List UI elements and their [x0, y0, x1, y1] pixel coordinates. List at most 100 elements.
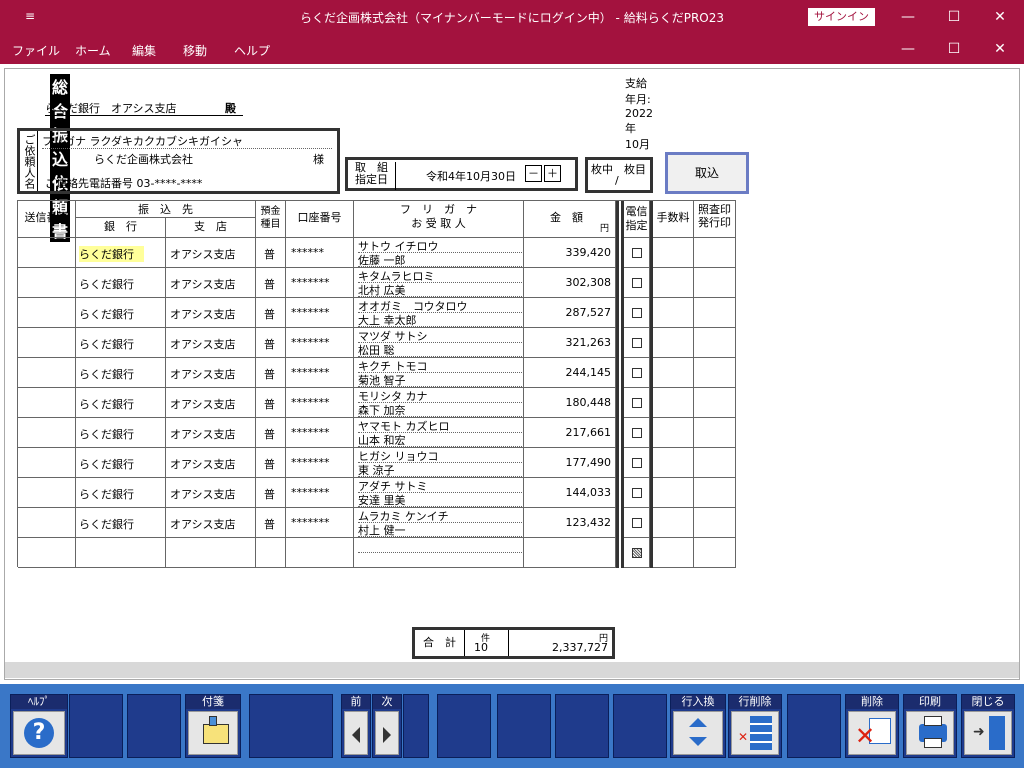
row-swap-fkey[interactable]: 行入換 [670, 694, 726, 758]
fee-cell[interactable] [653, 238, 694, 268]
recipient-kana: ヒガシ リョウコ [358, 448, 522, 463]
fusen-fkey[interactable]: 付箋 [185, 694, 241, 758]
shokai-cell[interactable] [694, 508, 736, 538]
recipient-kana: キクチ トモコ [358, 358, 522, 373]
prev-fkey[interactable]: 前 [341, 694, 371, 758]
denshin-checkbox[interactable] [632, 458, 642, 468]
send-no-cell[interactable] [18, 448, 76, 478]
denshin-checkbox[interactable] [632, 368, 642, 378]
close-fkey[interactable]: 閉じる ➜ [961, 694, 1015, 758]
fee-cell[interactable] [653, 388, 694, 418]
menu-help[interactable]: ヘルプ [234, 42, 270, 59]
menu-move[interactable]: 移動 [183, 42, 207, 59]
shokai-cell[interactable] [694, 388, 736, 418]
bank-cell: らくだ銀行 [76, 268, 166, 298]
denshin-checkbox[interactable] [632, 398, 642, 408]
fee-cell[interactable] [653, 538, 694, 568]
send-no-cell[interactable] [18, 328, 76, 358]
recipient-kana: アダチ サトミ [358, 478, 522, 493]
fee-cell[interactable] [653, 418, 694, 448]
recipient-cell: キタムラヒロミ 北村 広美 [354, 268, 524, 298]
denshin-checkbox[interactable] [632, 278, 642, 288]
doc-minimize-button[interactable]: — [885, 36, 931, 62]
header-denshin: 電信指定 [624, 201, 650, 238]
shokai-cell[interactable] [694, 478, 736, 508]
denshin-checkbox[interactable] [632, 308, 642, 318]
denshin-checkbox[interactable] [632, 518, 642, 528]
shokai-cell[interactable] [694, 538, 736, 568]
shokai-cell[interactable] [694, 268, 736, 298]
doc-restore-button[interactable]: ☐ [931, 36, 977, 62]
amount-value: 244,145 [565, 366, 612, 379]
account-cell: ******* [286, 388, 354, 418]
shokai-cell[interactable] [694, 418, 736, 448]
denshin-checkbox[interactable] [632, 338, 642, 348]
minimize-button[interactable]: — [885, 4, 931, 30]
date-minus-button[interactable]: － [525, 165, 542, 182]
close-fkey-label: 閉じる [962, 695, 1014, 709]
send-no-cell[interactable] [18, 538, 76, 568]
requester-label: ご依頼人名 [20, 131, 38, 191]
next-fkey[interactable]: 次 [372, 694, 402, 758]
date-label-2: 指定日 [355, 173, 388, 186]
send-no-cell[interactable] [18, 238, 76, 268]
menu-bar: ファイル ホーム 編集 移動 ヘルプ — ☐ ✕ [0, 34, 1024, 64]
signin-button[interactable]: サインイン [808, 8, 875, 26]
fee-cell[interactable] [653, 448, 694, 478]
close-button[interactable]: ✕ [977, 4, 1023, 30]
amount-cell: 180,448 [524, 388, 616, 418]
denshin-checkbox[interactable] [632, 248, 642, 258]
fee-cell[interactable] [653, 328, 694, 358]
menu-file[interactable]: ファイル [12, 42, 60, 59]
fee-cell[interactable] [653, 298, 694, 328]
account-number: ******* [291, 366, 330, 379]
shokai-cell[interactable] [694, 448, 736, 478]
menu-edit[interactable]: 編集 [132, 42, 156, 59]
send-no-cell[interactable] [18, 298, 76, 328]
fee-cell[interactable] [653, 478, 694, 508]
send-no-cell[interactable] [18, 508, 76, 538]
send-no-cell[interactable] [18, 358, 76, 388]
shokai-cell[interactable] [694, 328, 736, 358]
menu-home[interactable]: ホーム [75, 42, 111, 59]
next-fkey-label: 次 [373, 695, 401, 709]
account-cell: ******* [286, 478, 354, 508]
send-no-cell[interactable] [18, 388, 76, 418]
delete-fkey[interactable]: 削除 ✕ [845, 694, 899, 758]
type-cell: 普 [256, 358, 286, 388]
denshin-checkbox[interactable] [632, 428, 642, 438]
header-fee: 手数料 [653, 201, 694, 238]
send-no-cell[interactable] [18, 268, 76, 298]
horizontal-scrollbar[interactable] [5, 662, 1019, 678]
transfer-date-value[interactable]: 令和4年10月30日 [426, 168, 516, 184]
phone-value: 03-****-**** [136, 177, 203, 190]
row-delete-fkey[interactable]: 行削除 ✕ [728, 694, 782, 758]
date-plus-button[interactable]: ＋ [544, 165, 561, 182]
denshin-checkbox[interactable] [632, 548, 642, 558]
fee-cell[interactable] [653, 358, 694, 388]
fee-cell[interactable] [653, 268, 694, 298]
send-no-cell[interactable] [18, 478, 76, 508]
torikomi-button[interactable]: 取込 [665, 152, 749, 194]
amount-cell: 177,490 [524, 448, 616, 478]
shokai-cell[interactable] [694, 238, 736, 268]
type-cell: 普 [256, 298, 286, 328]
prev-fkey-label: 前 [342, 695, 370, 709]
shokai-cell[interactable] [694, 358, 736, 388]
help-fkey[interactable]: ﾍﾙﾌﾟ ? [10, 694, 68, 758]
amount-cell: 339,420 [524, 238, 616, 268]
total-count: 10 [474, 641, 488, 654]
fee-cell[interactable] [653, 508, 694, 538]
delete-document-icon: ✕ [848, 711, 896, 755]
print-fkey[interactable]: 印刷 [903, 694, 957, 758]
send-no-cell[interactable] [18, 418, 76, 448]
branch-name: オアシス支店 [170, 458, 236, 471]
amount-cell: 287,527 [524, 298, 616, 328]
denshin-checkbox[interactable] [632, 488, 642, 498]
account-cell [286, 538, 354, 568]
denshin-cell [624, 478, 650, 508]
maximize-button[interactable]: ☐ [931, 4, 977, 30]
branch-name: オアシス支店 [170, 338, 236, 351]
doc-close-button[interactable]: ✕ [977, 36, 1023, 62]
shokai-cell[interactable] [694, 298, 736, 328]
